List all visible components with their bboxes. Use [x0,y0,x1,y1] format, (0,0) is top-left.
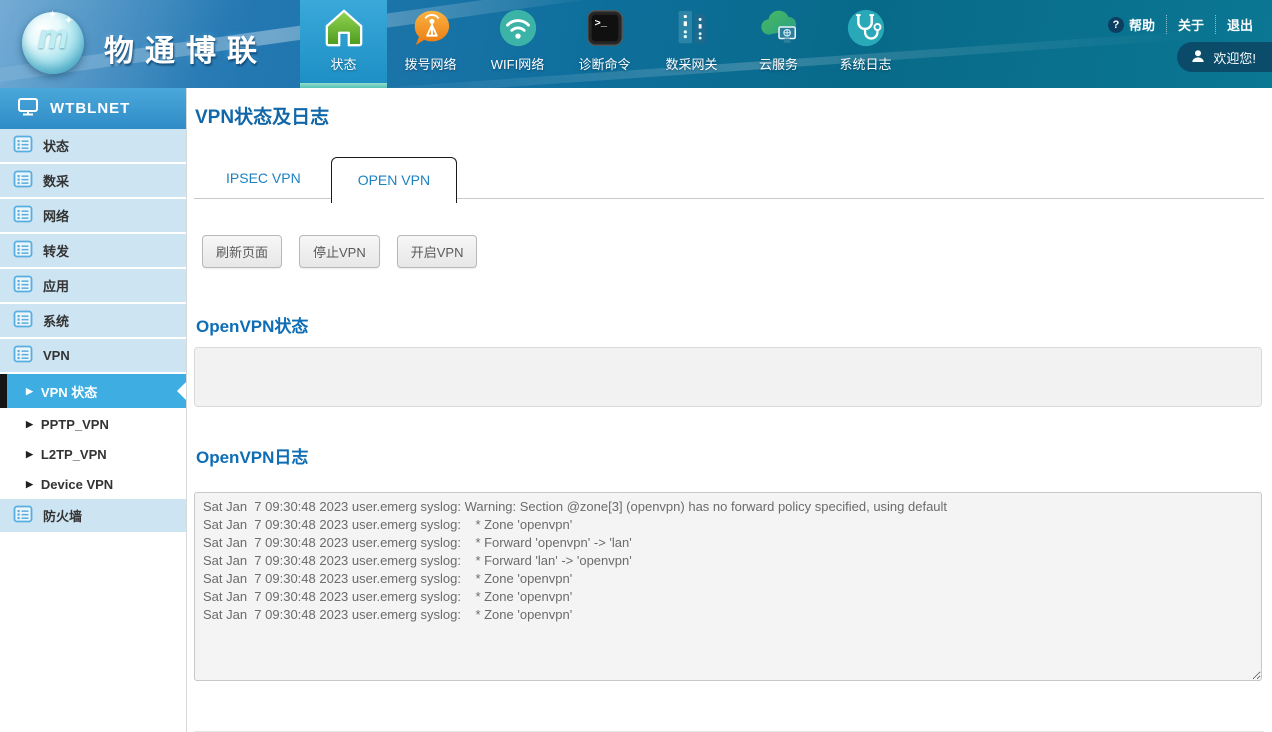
top-navigation: 状态 拨号网络 [300,0,909,88]
list-icon [13,274,33,297]
nav-item-cloud-service[interactable]: 云服务 [735,0,822,88]
logout-link[interactable]: 退出 [1215,15,1264,34]
sidebar-subitem-vpn-status[interactable]: ▶ VPN 状态 [0,374,186,408]
system-log-icon [843,5,889,51]
list-icon [13,504,33,527]
openvpn-log-heading: OpenVPN日志 [194,443,1264,468]
sidebar-header-label: WTBLNET [50,100,130,117]
refresh-page-button[interactable]: 刷新页面 [202,235,282,268]
list-icon [13,204,33,227]
page-title: VPN状态及日志 [194,102,1264,129]
sidebar-item-status[interactable]: 状态 [0,129,186,162]
nav-item-status[interactable]: 状态 [300,0,387,88]
topbar-links: ? 帮助 关于 退出 [1097,15,1264,34]
sidebar-item-applications[interactable]: 应用 [0,269,186,302]
tab-ipsec-vpn[interactable]: IPSEC VPN [202,158,325,198]
tab-bar: IPSEC VPN OPEN VPN [194,155,1264,199]
nav-item-system-log[interactable]: 系统日志 [822,0,909,88]
sidebar-item-vpn[interactable]: VPN [0,339,186,372]
caret-right-icon: ▶ [26,419,33,430]
nav-item-diagnostic-command[interactable]: >_ 诊断命令 [561,0,648,88]
stop-vpn-button[interactable]: 停止VPN [299,235,380,268]
terminal-icon: >_ [582,5,628,51]
cloud-service-icon [756,5,802,51]
user-icon [1191,49,1205,66]
caret-right-icon: ▶ [26,449,33,460]
brand-title: 物通博联 [104,26,268,70]
topbar: m ✦ ✦ 物通博联 状态 [0,0,1272,88]
start-vpn-button[interactable]: 开启VPN [397,235,478,268]
sidebar-subitem-l2tp-vpn[interactable]: ▶ L2TP_VPN [0,439,186,469]
dial-network-icon [408,5,454,51]
openvpn-status-heading: OpenVPN状态 [194,312,1264,337]
sidebar-subitem-device-vpn[interactable]: ▶ Device VPN [0,469,186,499]
sidebar-header: WTBLNET [0,88,186,129]
sidebar-item-network[interactable]: 网络 [0,199,186,232]
gateway-icon [669,5,715,51]
welcome-text: 欢迎您! [1213,48,1256,67]
home-icon [321,5,367,51]
nav-item-dial-network[interactable]: 拨号网络 [387,0,474,88]
page: m ✦ ✦ 物通博联 状态 [0,0,1272,732]
list-icon [13,169,33,192]
sidebar-item-data-collection[interactable]: 数采 [0,164,186,197]
caret-right-icon: ▶ [26,386,33,397]
monitor-icon [17,97,39,120]
brand: m ✦ ✦ 物通博联 [0,0,300,88]
nav-item-wifi-network[interactable]: WIFI网络 [474,0,561,88]
sidebar: WTBLNET 状态 数采 网络 转发 应用 系统 VPN [0,88,187,732]
sidebar-item-system[interactable]: 系统 [0,304,186,337]
list-icon [13,239,33,262]
help-link[interactable]: ? 帮助 [1097,15,1166,34]
sidebar-subitem-pptp-vpn[interactable]: ▶ PPTP_VPN [0,409,186,439]
nav-item-data-gateway[interactable]: 数采网关 [648,0,735,88]
welcome-badge[interactable]: 欢迎您! [1177,42,1272,72]
svg-text:>_: >_ [594,18,607,30]
brand-logo-sphere-icon: m ✦ ✦ [22,12,84,74]
list-icon [13,344,33,367]
sidebar-item-forwarding[interactable]: 转发 [0,234,186,267]
wifi-icon [495,5,541,51]
openvpn-log-textarea[interactable] [194,492,1262,681]
sidebar-item-firewall[interactable]: 防火墙 [0,499,186,532]
caret-right-icon: ▶ [26,479,33,490]
help-icon: ? [1108,17,1124,33]
list-icon [13,309,33,332]
tab-open-vpn[interactable]: OPEN VPN [331,157,457,203]
about-link[interactable]: 关于 [1166,15,1215,34]
openvpn-status-box [194,347,1262,407]
action-buttons: 刷新页面 停止VPN 开启VPN [194,235,1264,268]
main-content: VPN状态及日志 IPSEC VPN OPEN VPN 刷新页面 停止VPN 开… [188,88,1272,732]
list-icon [13,134,33,157]
